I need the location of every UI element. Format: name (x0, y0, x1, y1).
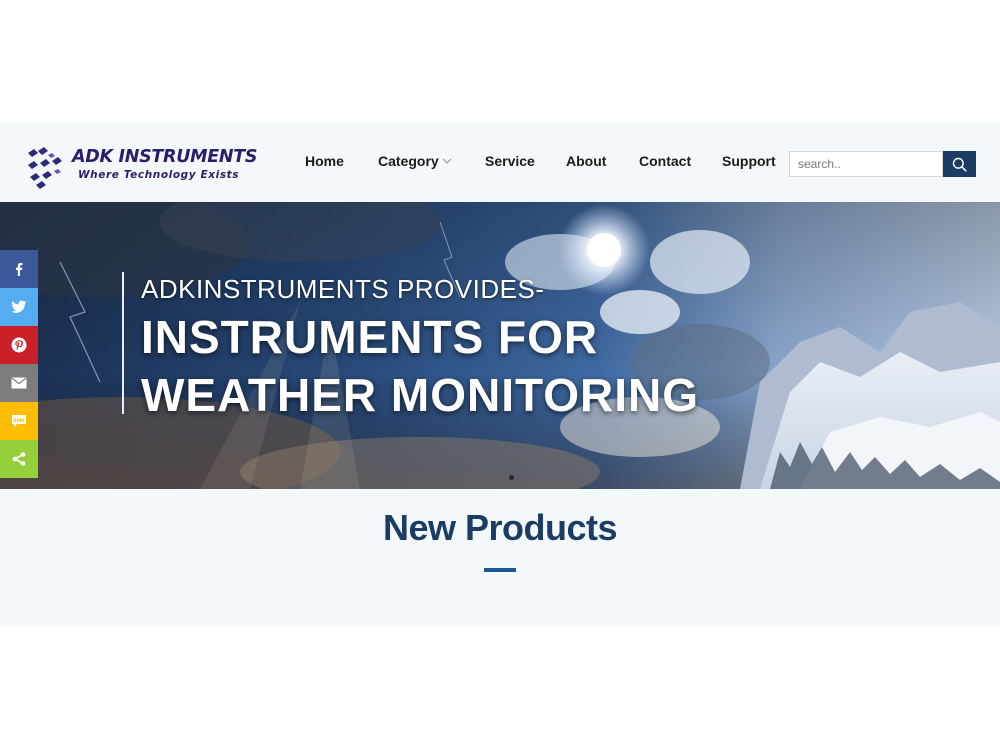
pinterest-icon (11, 337, 27, 353)
hero-kicker: ADKINSTRUMENTS PROVIDES- (141, 274, 545, 304)
page-container: ADK INSTRUMENTS Where Technology Exists … (0, 123, 1000, 626)
nav-category[interactable]: Category (378, 153, 452, 169)
share-sms-button[interactable]: SMS (0, 402, 38, 440)
nav-support[interactable]: Support (722, 153, 776, 169)
share-sidebar: SMS (0, 250, 38, 478)
brand-tagline: Where Technology Exists (78, 169, 240, 181)
search-button[interactable] (943, 151, 976, 177)
hero-headline-line1: INSTRUMENTS FOR (141, 311, 599, 363)
section-title: New Products (382, 507, 618, 548)
chevron-down-icon (442, 158, 452, 165)
site-header: ADK INSTRUMENTS Where Technology Exists … (0, 123, 1000, 203)
nav-home[interactable]: Home (305, 153, 344, 169)
nav-service[interactable]: Service (485, 153, 535, 169)
brand-name: ADK INSTRUMENTS (72, 147, 258, 167)
share-email-button[interactable] (0, 364, 38, 402)
hero-accent-bar (122, 272, 124, 414)
carousel-dot[interactable] (509, 475, 514, 480)
search-icon (952, 157, 967, 172)
share-more-button[interactable] (0, 440, 38, 478)
facebook-icon (16, 263, 23, 276)
nav-category-label: Category (378, 153, 439, 169)
svg-text:SMS: SMS (13, 418, 24, 424)
search-input[interactable] (789, 151, 943, 177)
share-pinterest-button[interactable] (0, 326, 38, 364)
sms-icon: SMS (12, 415, 26, 427)
hero-banner: ADKINSTRUMENTS PROVIDES- INSTRUMENTS FOR… (0, 202, 1000, 489)
share-twitter-button[interactable] (0, 288, 38, 326)
email-icon (11, 377, 27, 389)
share-facebook-button[interactable] (0, 250, 38, 288)
hero-headline-line2: WEATHER MONITORING (141, 369, 700, 421)
section-title-underline (484, 568, 516, 572)
nav-contact[interactable]: Contact (639, 153, 691, 169)
brand-logo[interactable]: ADK INSTRUMENTS Where Technology Exists (24, 145, 264, 191)
logo-mark-icon (28, 147, 62, 189)
nav-about[interactable]: About (566, 153, 606, 169)
share-icon (12, 452, 26, 466)
twitter-icon (11, 300, 27, 313)
